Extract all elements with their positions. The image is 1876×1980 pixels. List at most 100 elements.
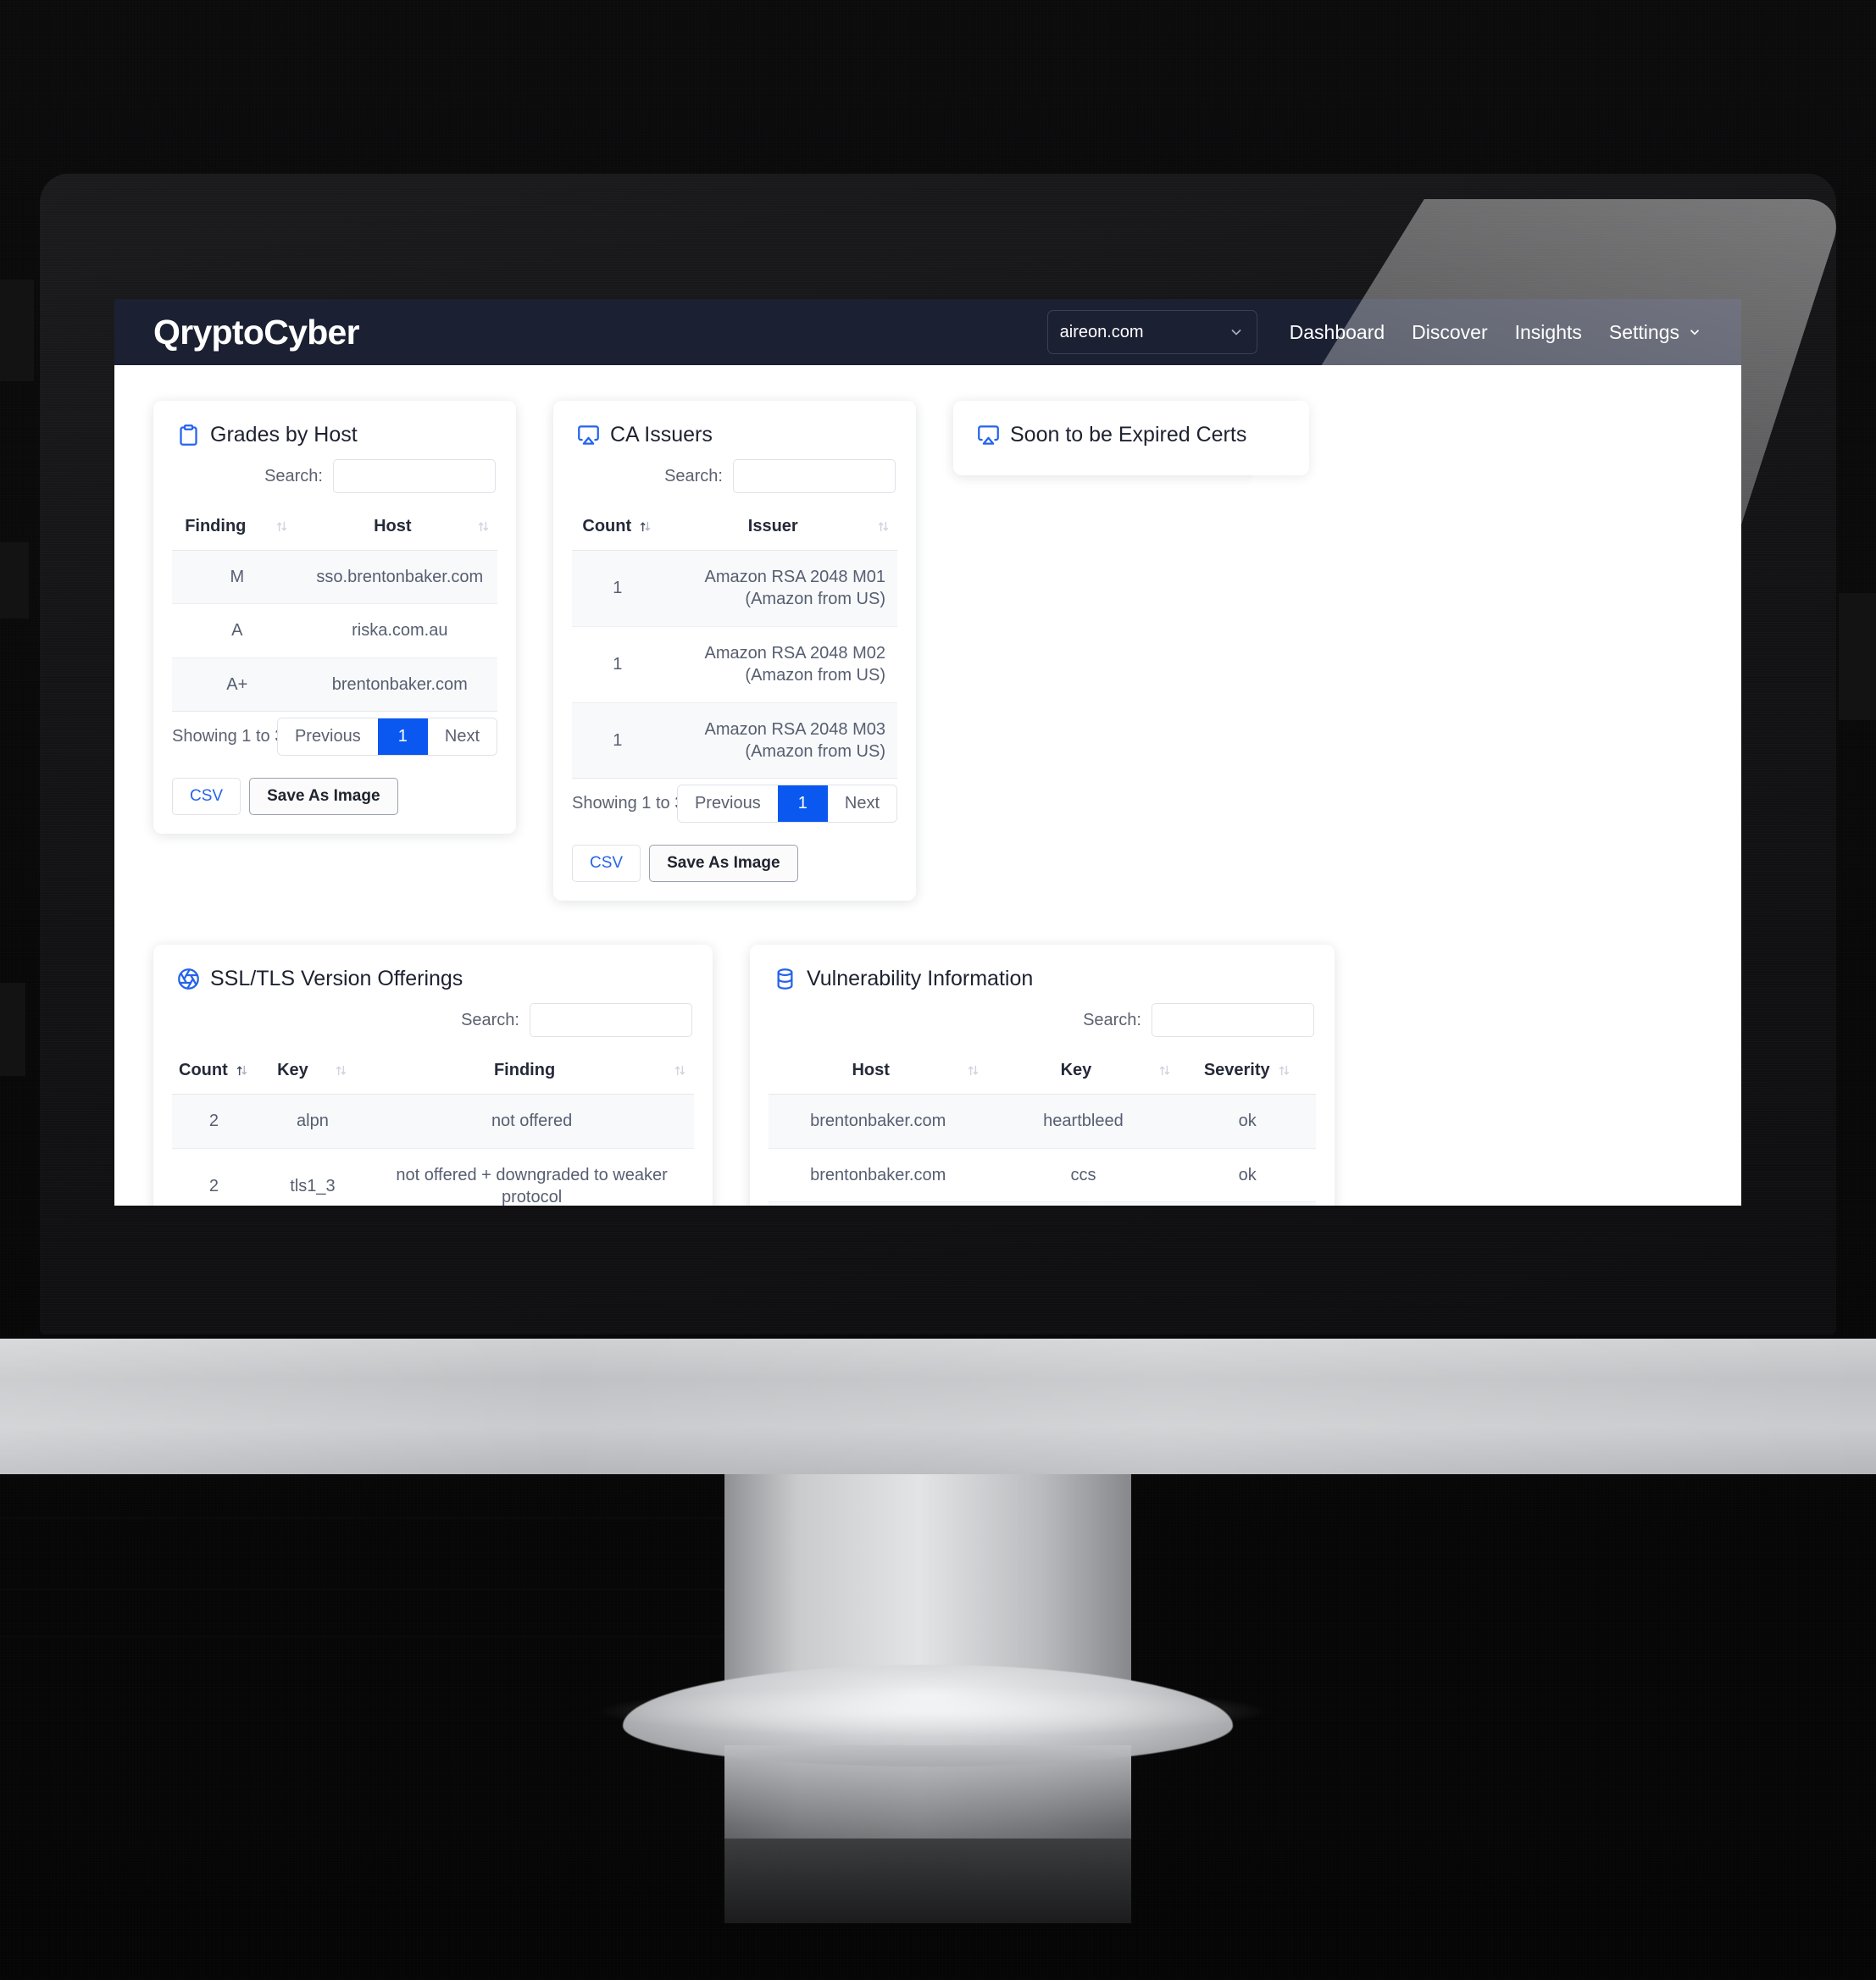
card-title: SSL/TLS Version Offerings <box>210 967 463 991</box>
backdrop-band <box>0 542 29 618</box>
nav-link-label: Discover <box>1412 320 1488 343</box>
cell-count: 1 <box>572 626 663 703</box>
column-header-count[interactable]: Count <box>572 507 663 551</box>
column-header-finding[interactable]: Finding <box>172 507 302 551</box>
card-header: Soon to be Expired Certs <box>977 423 1290 447</box>
nav-link-label: Insights <box>1514 320 1582 343</box>
nav-link-insights[interactable]: Insights <box>1501 321 1596 344</box>
card-header: Grades by Host <box>177 423 497 447</box>
card-expired-certs: Soon to be Expired Certs <box>953 401 1309 475</box>
search-input[interactable] <box>333 459 496 493</box>
search-row: Search: <box>769 1003 1314 1038</box>
nav-link-discover[interactable]: Discover <box>1398 321 1501 344</box>
divider <box>0 1517 746 1519</box>
nav-link-label: Dashboard <box>1289 320 1385 343</box>
backdrop-band <box>1839 593 1876 720</box>
cell-finding: not offered <box>369 1094 694 1149</box>
search-row: Search: <box>572 459 896 493</box>
table-header-row: Count Issuer <box>572 507 897 551</box>
nav-link-label: Settings <box>1608 320 1679 343</box>
cell-issuer: Amazon RSA 2048 M02 (Amazon from US) <box>663 626 897 703</box>
cell-host: brentonbaker.com <box>769 1094 988 1149</box>
search-label: Search: <box>664 466 723 485</box>
column-header-severity[interactable]: Severity <box>1179 1051 1316 1095</box>
column-header-count[interactable]: Count <box>172 1051 256 1095</box>
table-header-row: Finding Host <box>172 507 497 551</box>
screenshot-scene: QryptoCyber aireon.com Dashboard Discove… <box>0 0 1876 1980</box>
cell-finding: A+ <box>172 657 302 713</box>
table-row: brentonbaker.comticketbleedok <box>769 1201 1316 1206</box>
column-label: Severity <box>1203 1061 1270 1080</box>
clipboard-icon <box>180 424 197 446</box>
pagination-previous[interactable]: Previous <box>677 785 778 823</box>
pagination-page-1[interactable]: 1 <box>377 718 428 756</box>
backdrop-band <box>0 280 34 381</box>
csv-button[interactable]: CSV <box>572 845 641 883</box>
nav-link-dashboard[interactable]: Dashboard <box>1276 321 1399 344</box>
column-label: Count <box>179 1061 228 1080</box>
column-header-finding[interactable]: Finding <box>369 1051 694 1095</box>
cell-host: brentonbaker.com <box>769 1148 988 1203</box>
sort-icon <box>1160 1066 1170 1076</box>
pagination-previous[interactable]: Previous <box>277 718 378 756</box>
card-title: Soon to be Expired Certs <box>1010 423 1247 446</box>
brand-logo[interactable]: QryptoCyber <box>153 313 360 352</box>
sort-icon <box>1279 1066 1289 1076</box>
monitor: QryptoCyber aireon.com Dashboard Discove… <box>40 174 1836 1334</box>
nav-link-settings[interactable]: Settings <box>1596 321 1716 344</box>
cell-finding: A <box>172 603 302 658</box>
table-row: 1 Amazon RSA 2048 M02 (Amazon from US) <box>572 626 897 703</box>
sort-icon <box>277 521 287 532</box>
cell-key: ccs <box>987 1148 1179 1203</box>
cell-severity: ok <box>1179 1201 1316 1206</box>
column-header-key[interactable]: Key <box>255 1051 370 1095</box>
cell-host: brentonbaker.com <box>302 657 497 713</box>
table-row: 2 alpn not offered <box>172 1094 694 1149</box>
monitor-chin <box>0 1339 1876 1474</box>
save-as-image-button[interactable]: Save As Image <box>249 778 398 816</box>
airplay-icon <box>578 425 599 445</box>
cell-count: 2 <box>172 1094 256 1149</box>
pagination-next[interactable]: Next <box>427 718 497 756</box>
column-label: Key <box>277 1061 308 1080</box>
sort-icon <box>640 521 651 532</box>
cell-count: 1 <box>572 702 663 779</box>
search-label: Search: <box>264 466 323 485</box>
column-header-issuer[interactable]: Issuer <box>663 507 897 551</box>
cell-finding: M <box>172 550 302 605</box>
cell-key: tls1_3 <box>255 1148 370 1206</box>
export-buttons: CSV Save As Image <box>172 778 497 816</box>
search-input[interactable] <box>530 1003 692 1038</box>
save-as-image-button[interactable]: Save As Image <box>649 845 798 883</box>
table-row: 1 Amazon RSA 2048 M01 (Amazon from US) <box>572 550 897 627</box>
cell-issuer: Amazon RSA 2048 M01 (Amazon from US) <box>663 550 897 627</box>
column-label: Count <box>582 517 632 535</box>
table-header-row: Count Key Finding <box>172 1051 694 1095</box>
pagination-next[interactable]: Next <box>827 785 896 823</box>
cell-issuer: Amazon RSA 2048 M03 (Amazon from US) <box>663 702 897 779</box>
column-header-key[interactable]: Key <box>987 1051 1179 1095</box>
cell-host: brentonbaker.com <box>769 1201 988 1206</box>
column-header-host[interactable]: Host <box>302 507 497 551</box>
table-header-row: Host Key Severity <box>769 1051 1316 1095</box>
card-title: Vulnerability Information <box>807 967 1034 991</box>
aperture-icon <box>178 968 199 990</box>
pagination-page-1[interactable]: 1 <box>777 785 828 823</box>
domain-selector[interactable]: aireon.com <box>1046 310 1257 354</box>
column-label: Finding <box>185 517 247 535</box>
column-header-host[interactable]: Host <box>769 1051 988 1095</box>
sort-icon <box>478 521 489 532</box>
search-input[interactable] <box>733 459 896 493</box>
card-title: Grades by Host <box>210 423 358 446</box>
top-navigation: aireon.com Dashboard Discover Insights S… <box>1046 310 1741 354</box>
card-ssl-tls-versions: SSL/TLS Version Offerings Search: Count <box>153 945 713 1206</box>
column-label: Finding <box>493 1061 556 1080</box>
csv-button[interactable]: CSV <box>172 778 241 816</box>
divider <box>0 1589 746 1591</box>
database-icon <box>777 968 793 990</box>
cell-count: 1 <box>572 550 663 627</box>
cell-host: sso.brentonbaker.com <box>302 550 497 605</box>
screen: QryptoCyber aireon.com Dashboard Discove… <box>114 299 1741 1206</box>
search-input[interactable] <box>1152 1003 1314 1038</box>
cell-key: alpn <box>255 1094 370 1149</box>
